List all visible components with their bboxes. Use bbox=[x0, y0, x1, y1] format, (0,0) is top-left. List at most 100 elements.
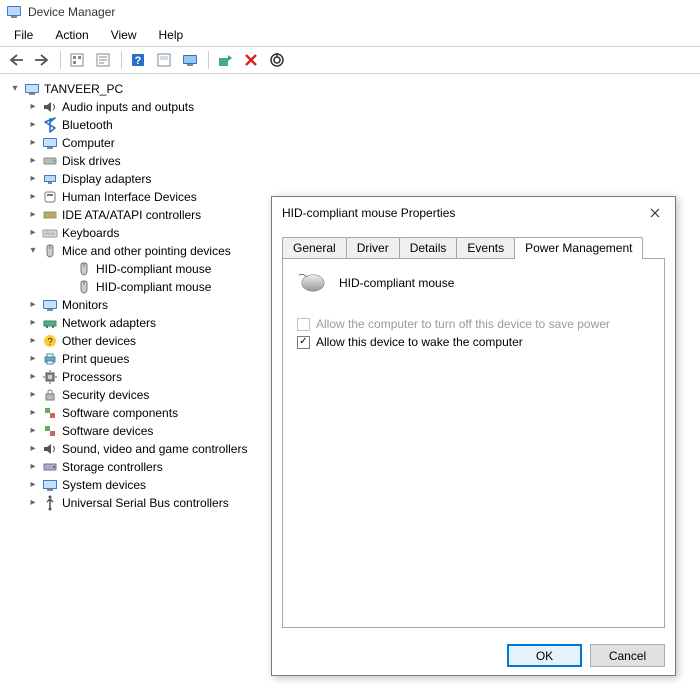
printer-icon bbox=[42, 351, 58, 367]
checkbox-label: Allow this device to wake the computer bbox=[316, 335, 523, 349]
tree-node-label: Processors bbox=[62, 368, 122, 386]
disable-button[interactable] bbox=[265, 49, 289, 71]
chevron-right-icon[interactable]: ▸ bbox=[26, 422, 40, 440]
chevron-down-icon[interactable]: ▾ bbox=[26, 242, 40, 260]
tree-node-label: Human Interface Devices bbox=[62, 188, 197, 206]
nav-forward-button[interactable] bbox=[30, 49, 54, 71]
chevron-right-icon[interactable]: ▸ bbox=[26, 134, 40, 152]
ok-button[interactable]: OK bbox=[507, 644, 582, 667]
uninstall-button[interactable] bbox=[239, 49, 263, 71]
svg-text:?: ? bbox=[47, 337, 53, 348]
monitor-button[interactable] bbox=[178, 49, 202, 71]
component-icon bbox=[42, 423, 58, 439]
tree-node-label: Keyboards bbox=[62, 224, 119, 242]
title-bar: Device Manager bbox=[0, 0, 700, 24]
tab-details[interactable]: Details bbox=[399, 237, 458, 258]
chevron-right-icon[interactable]: ▸ bbox=[26, 332, 40, 350]
chevron-right-icon[interactable]: ▸ bbox=[26, 206, 40, 224]
chevron-right-icon[interactable]: ▸ bbox=[26, 296, 40, 314]
tree-node-audio[interactable]: ▸Audio inputs and outputs bbox=[4, 98, 696, 116]
keyboard-icon bbox=[42, 225, 58, 241]
help-button[interactable]: ? bbox=[126, 49, 150, 71]
monitor-icon bbox=[42, 297, 58, 313]
dialog-title: HID-compliant mouse Properties bbox=[282, 206, 455, 220]
tab-general[interactable]: General bbox=[282, 237, 347, 258]
tree-node-label: Print queues bbox=[62, 350, 129, 368]
chevron-right-icon[interactable]: ▸ bbox=[26, 494, 40, 512]
display-adapter-icon bbox=[42, 171, 58, 187]
cancel-button[interactable]: Cancel bbox=[590, 644, 665, 667]
mouse-icon bbox=[42, 243, 58, 259]
checkbox-allow-wake[interactable]: ✓ Allow this device to wake the computer bbox=[297, 335, 650, 349]
chevron-right-icon[interactable]: ▸ bbox=[26, 188, 40, 206]
menu-action[interactable]: Action bbox=[45, 26, 98, 44]
tree-node-label: Disk drives bbox=[62, 152, 121, 170]
network-icon bbox=[42, 315, 58, 331]
tree-node-label: Monitors bbox=[62, 296, 108, 314]
device-header: HID-compliant mouse bbox=[297, 271, 650, 295]
checkbox-checked-icon: ✓ bbox=[297, 336, 310, 349]
tab-events[interactable]: Events bbox=[456, 237, 515, 258]
chevron-right-icon[interactable]: ▸ bbox=[26, 152, 40, 170]
tree-node-label: Mice and other pointing devices bbox=[62, 242, 231, 260]
menu-view[interactable]: View bbox=[101, 26, 147, 44]
toolbar-separator bbox=[60, 51, 61, 69]
tree-node-display[interactable]: ▸ Display adapters bbox=[4, 170, 696, 188]
tree-node-label: System devices bbox=[62, 476, 146, 494]
tree-node-label: Storage controllers bbox=[62, 458, 163, 476]
usb-icon bbox=[42, 495, 58, 511]
tree-node-label: IDE ATA/ATAPI controllers bbox=[62, 206, 201, 224]
cpu-icon bbox=[42, 369, 58, 385]
tree-node-label: HID-compliant mouse bbox=[96, 278, 211, 296]
tab-driver[interactable]: Driver bbox=[346, 237, 400, 258]
menu-help[interactable]: Help bbox=[149, 26, 194, 44]
chevron-right-icon[interactable]: ▸ bbox=[26, 368, 40, 386]
chevron-right-icon[interactable]: ▸ bbox=[26, 476, 40, 494]
app-icon bbox=[6, 4, 22, 20]
chevron-right-icon[interactable]: ▸ bbox=[26, 116, 40, 134]
tree-root[interactable]: ▾ TANVEER_PC bbox=[4, 80, 696, 98]
chevron-right-icon[interactable]: ▸ bbox=[26, 224, 40, 242]
checkbox-icon bbox=[297, 318, 310, 331]
chevron-right-icon[interactable]: ▸ bbox=[26, 170, 40, 188]
menu-file[interactable]: File bbox=[4, 26, 43, 44]
close-icon bbox=[650, 208, 660, 218]
checkbox-label: Allow the computer to turn off this devi… bbox=[316, 317, 610, 331]
tree-node-label: Display adapters bbox=[62, 170, 151, 188]
chevron-right-icon[interactable]: ▸ bbox=[26, 440, 40, 458]
chevron-right-icon[interactable]: ▸ bbox=[26, 458, 40, 476]
mouse-icon bbox=[76, 261, 92, 277]
chevron-right-icon[interactable]: ▸ bbox=[26, 350, 40, 368]
speaker-icon bbox=[42, 441, 58, 457]
tree-node-label: Network adapters bbox=[62, 314, 156, 332]
tree-node-computer[interactable]: ▸ Computer bbox=[4, 134, 696, 152]
close-button[interactable] bbox=[643, 203, 667, 223]
chevron-right-icon[interactable]: ▸ bbox=[26, 314, 40, 332]
dialog-title-bar[interactable]: HID-compliant mouse Properties bbox=[272, 197, 675, 229]
chevron-right-icon[interactable]: ▸ bbox=[26, 404, 40, 422]
tree-node-label: Software devices bbox=[62, 422, 153, 440]
tab-power-management[interactable]: Power Management bbox=[514, 237, 643, 259]
device-name: HID-compliant mouse bbox=[339, 276, 454, 290]
mouse-icon bbox=[76, 279, 92, 295]
show-hidden-button[interactable] bbox=[65, 49, 89, 71]
tree-node-label: Software components bbox=[62, 404, 178, 422]
component-icon bbox=[42, 405, 58, 421]
properties-dialog: HID-compliant mouse Properties General D… bbox=[271, 196, 676, 676]
update-driver-button[interactable] bbox=[213, 49, 237, 71]
computer-icon bbox=[24, 81, 40, 97]
disk-icon bbox=[42, 153, 58, 169]
chevron-right-icon[interactable]: ▸ bbox=[26, 98, 40, 116]
system-icon bbox=[42, 477, 58, 493]
tab-strip: General Driver Details Events Power Mana… bbox=[282, 237, 665, 259]
chevron-right-icon[interactable]: ▸ bbox=[26, 386, 40, 404]
tree-node-bluetooth[interactable]: ▸Bluetooth bbox=[4, 116, 696, 134]
properties-button[interactable] bbox=[91, 49, 115, 71]
nav-back-button[interactable] bbox=[4, 49, 28, 71]
menu-bar: File Action View Help bbox=[0, 24, 700, 46]
tree-node-label: Computer bbox=[62, 134, 115, 152]
mouse-icon bbox=[297, 271, 329, 295]
scan-button[interactable] bbox=[152, 49, 176, 71]
chevron-down-icon[interactable]: ▾ bbox=[8, 80, 22, 98]
tree-node-disk[interactable]: ▸ Disk drives bbox=[4, 152, 696, 170]
